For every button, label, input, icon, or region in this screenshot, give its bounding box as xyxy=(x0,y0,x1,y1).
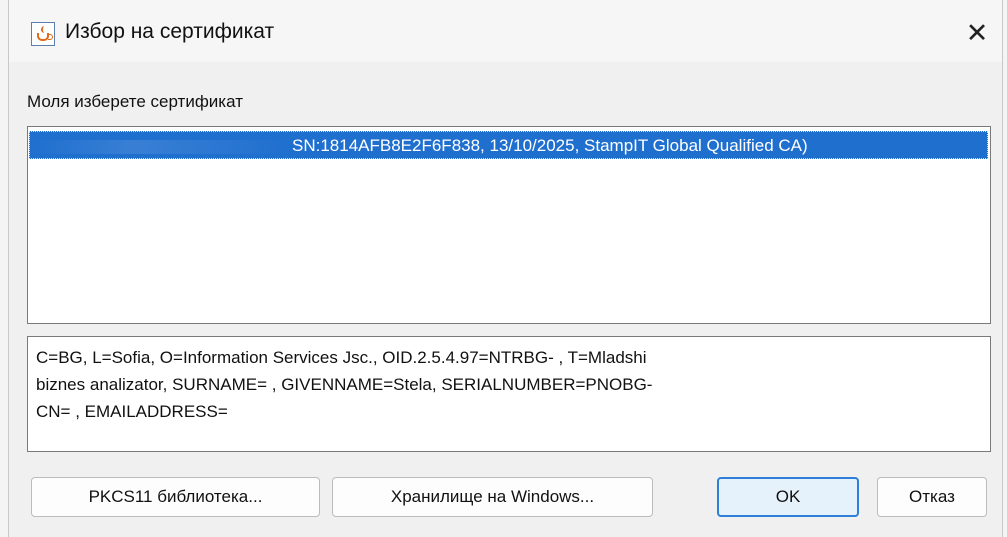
windows-store-button[interactable]: Хранилище на Windows... xyxy=(332,477,653,517)
prompt-label: Моля изберете сертификат xyxy=(27,92,243,111)
details-line: biznes analizator, SURNAME= , GIVENNAME=… xyxy=(36,375,653,394)
java-icon xyxy=(31,22,55,46)
cancel-button[interactable]: Отказ xyxy=(877,477,987,517)
certificate-list-item[interactable]: SN:1814AFB8E2F6F838, 13/10/2025, StampIT… xyxy=(29,131,988,159)
details-line: C=BG, L=Sofia, O=Information Services Js… xyxy=(36,348,647,367)
certificate-label: SN:1814AFB8E2F6F838, 13/10/2025, StampIT… xyxy=(292,136,808,155)
certificate-list[interactable]: SN:1814AFB8E2F6F838, 13/10/2025, StampIT… xyxy=(27,126,991,324)
ok-button[interactable]: OK xyxy=(717,477,859,517)
close-icon[interactable]: ✕ xyxy=(962,18,992,48)
details-line: CN= , EMAILADDRESS= xyxy=(36,402,228,421)
title-bar: Избор на сертификат ✕ xyxy=(9,0,1002,62)
certificate-details[interactable]: C=BG, L=Sofia, O=Information Services Js… xyxy=(27,336,991,452)
pkcs11-library-button[interactable]: PKCS11 библиотека... xyxy=(31,477,320,517)
redacted-region xyxy=(30,139,292,154)
window-title: Избор на сертификат xyxy=(65,20,275,43)
certificate-dialog: Избор на сертификат ✕ Моля изберете серт… xyxy=(8,0,1003,537)
